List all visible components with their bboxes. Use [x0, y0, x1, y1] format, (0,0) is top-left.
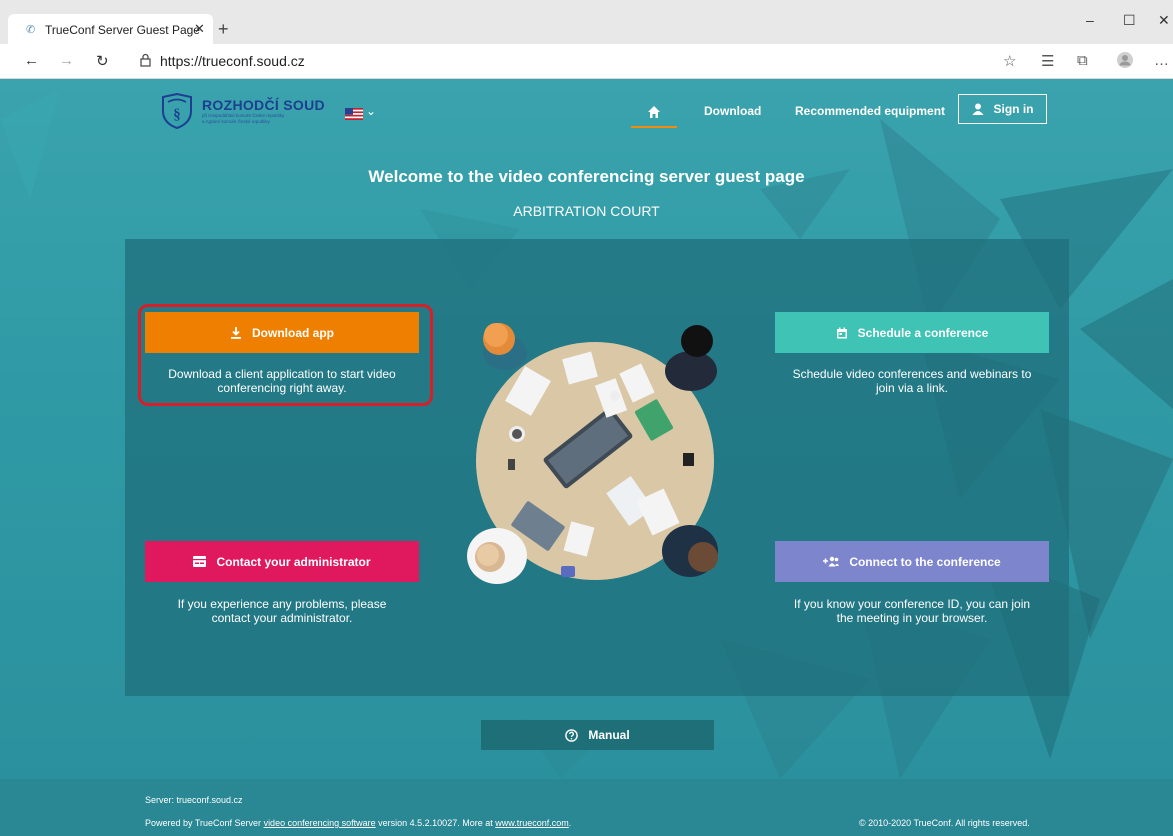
address-bar: ← → ↻ https://trueconf.soud.cz ☆ ☰ ⧉ … [0, 44, 1173, 79]
contact-administrator-button[interactable]: Contact your administrator [145, 541, 419, 582]
svg-text:§: § [173, 107, 181, 123]
maximize-icon[interactable]: ☐ [1123, 12, 1136, 29]
manual-button[interactable]: Manual [481, 720, 714, 750]
new-tab-icon[interactable]: + [218, 20, 229, 38]
browser-tab[interactable]: ✆ TrueConf Server Guest Page ✕ [8, 14, 213, 48]
connect-to-conference-description: If you know your conference ID, you can … [793, 597, 1031, 625]
logo-title: ROZHODČÍ SOUD [202, 97, 325, 113]
us-flag-icon[interactable] [345, 108, 363, 120]
nav-download[interactable]: Download [704, 104, 761, 118]
connect-to-conference-label: Connect to the conference [849, 554, 1001, 569]
contact-administrator-description: If you experience any problems, please c… [177, 597, 387, 625]
powered-version: version 4.5.2.10027. More at [375, 818, 496, 828]
url-field[interactable]: https://trueconf.soud.cz [160, 53, 305, 69]
refresh-icon[interactable]: ↻ [96, 52, 109, 70]
nav-home[interactable] [631, 100, 677, 128]
home-icon [648, 106, 660, 118]
more-options-icon[interactable]: … [1154, 52, 1169, 69]
lock-icon [140, 53, 151, 72]
server-name: Server: trueconf.soud.cz [145, 795, 243, 805]
schedule-conference-button[interactable]: Schedule a conference [775, 312, 1049, 353]
close-window-icon[interactable]: ✕ [1158, 12, 1170, 29]
download-highlight-outline [138, 304, 433, 406]
schedule-conference-description: Schedule video conferences and webinars … [792, 367, 1032, 395]
profile-avatar-icon[interactable] [1117, 52, 1133, 72]
favorite-star-icon[interactable]: ☆ [1003, 52, 1016, 70]
organization-name: ARBITRATION COURT [513, 203, 660, 219]
rozhodci-soud-logo[interactable]: § ROZHODČÍ SOUD při Hospodářské komoře Č… [160, 93, 325, 129]
powered-by-text: Powered by TrueConf Server video confere… [145, 818, 571, 828]
court-emblem-icon: § [162, 93, 192, 129]
collections-icon[interactable]: ⧉ [1077, 52, 1088, 69]
meeting-table-illustration [467, 323, 718, 584]
minimize-icon[interactable]: – [1086, 12, 1094, 28]
message-icon [193, 556, 207, 567]
forward-icon[interactable]: → [59, 52, 74, 69]
trueconf-favicon-icon: ✆ [26, 24, 36, 36]
footer: Server: trueconf.soud.cz Powered by True… [0, 779, 1173, 836]
nav-recommended-equipment[interactable]: Recommended equipment [795, 104, 945, 118]
user-icon [972, 103, 983, 115]
guest-page: § ROZHODČÍ SOUD při Hospodářské komoře Č… [0, 79, 1173, 836]
browser-tab-bar: ✆ TrueConf Server Guest Page ✕ + – ☐ ✕ [0, 0, 1173, 48]
close-tab-icon[interactable]: ✕ [194, 21, 205, 37]
video-conferencing-software-link[interactable]: video conferencing software [264, 818, 376, 828]
help-circle-icon [565, 728, 579, 742]
manual-label: Manual [588, 728, 630, 742]
tab-title: TrueConf Server Guest Page [45, 23, 200, 37]
calendar-icon [836, 327, 847, 338]
back-icon[interactable]: ← [24, 52, 39, 69]
powered-prefix: Powered by TrueConf Server [145, 818, 264, 828]
trueconf-site-link[interactable]: www.trueconf.com [495, 818, 569, 828]
contact-administrator-label: Contact your administrator [216, 554, 371, 569]
sign-in-button[interactable]: Sign in [958, 94, 1047, 124]
language-chevron-down-icon[interactable]: ⌄ [366, 104, 376, 118]
connect-to-conference-button[interactable]: Connect to the conference [775, 541, 1049, 582]
logo-subtitle-2: a Agrární komoře České republiky [202, 119, 270, 124]
sign-in-label: Sign in [993, 102, 1034, 116]
add-participants-icon [823, 556, 840, 567]
page-title: Welcome to the video conferencing server… [368, 167, 805, 186]
powered-suffix: . [568, 818, 572, 828]
favorites-list-icon[interactable]: ☰ [1041, 52, 1054, 70]
copyright: © 2010-2020 TrueConf. All rights reserve… [859, 818, 1030, 828]
schedule-conference-label: Schedule a conference [857, 325, 989, 340]
